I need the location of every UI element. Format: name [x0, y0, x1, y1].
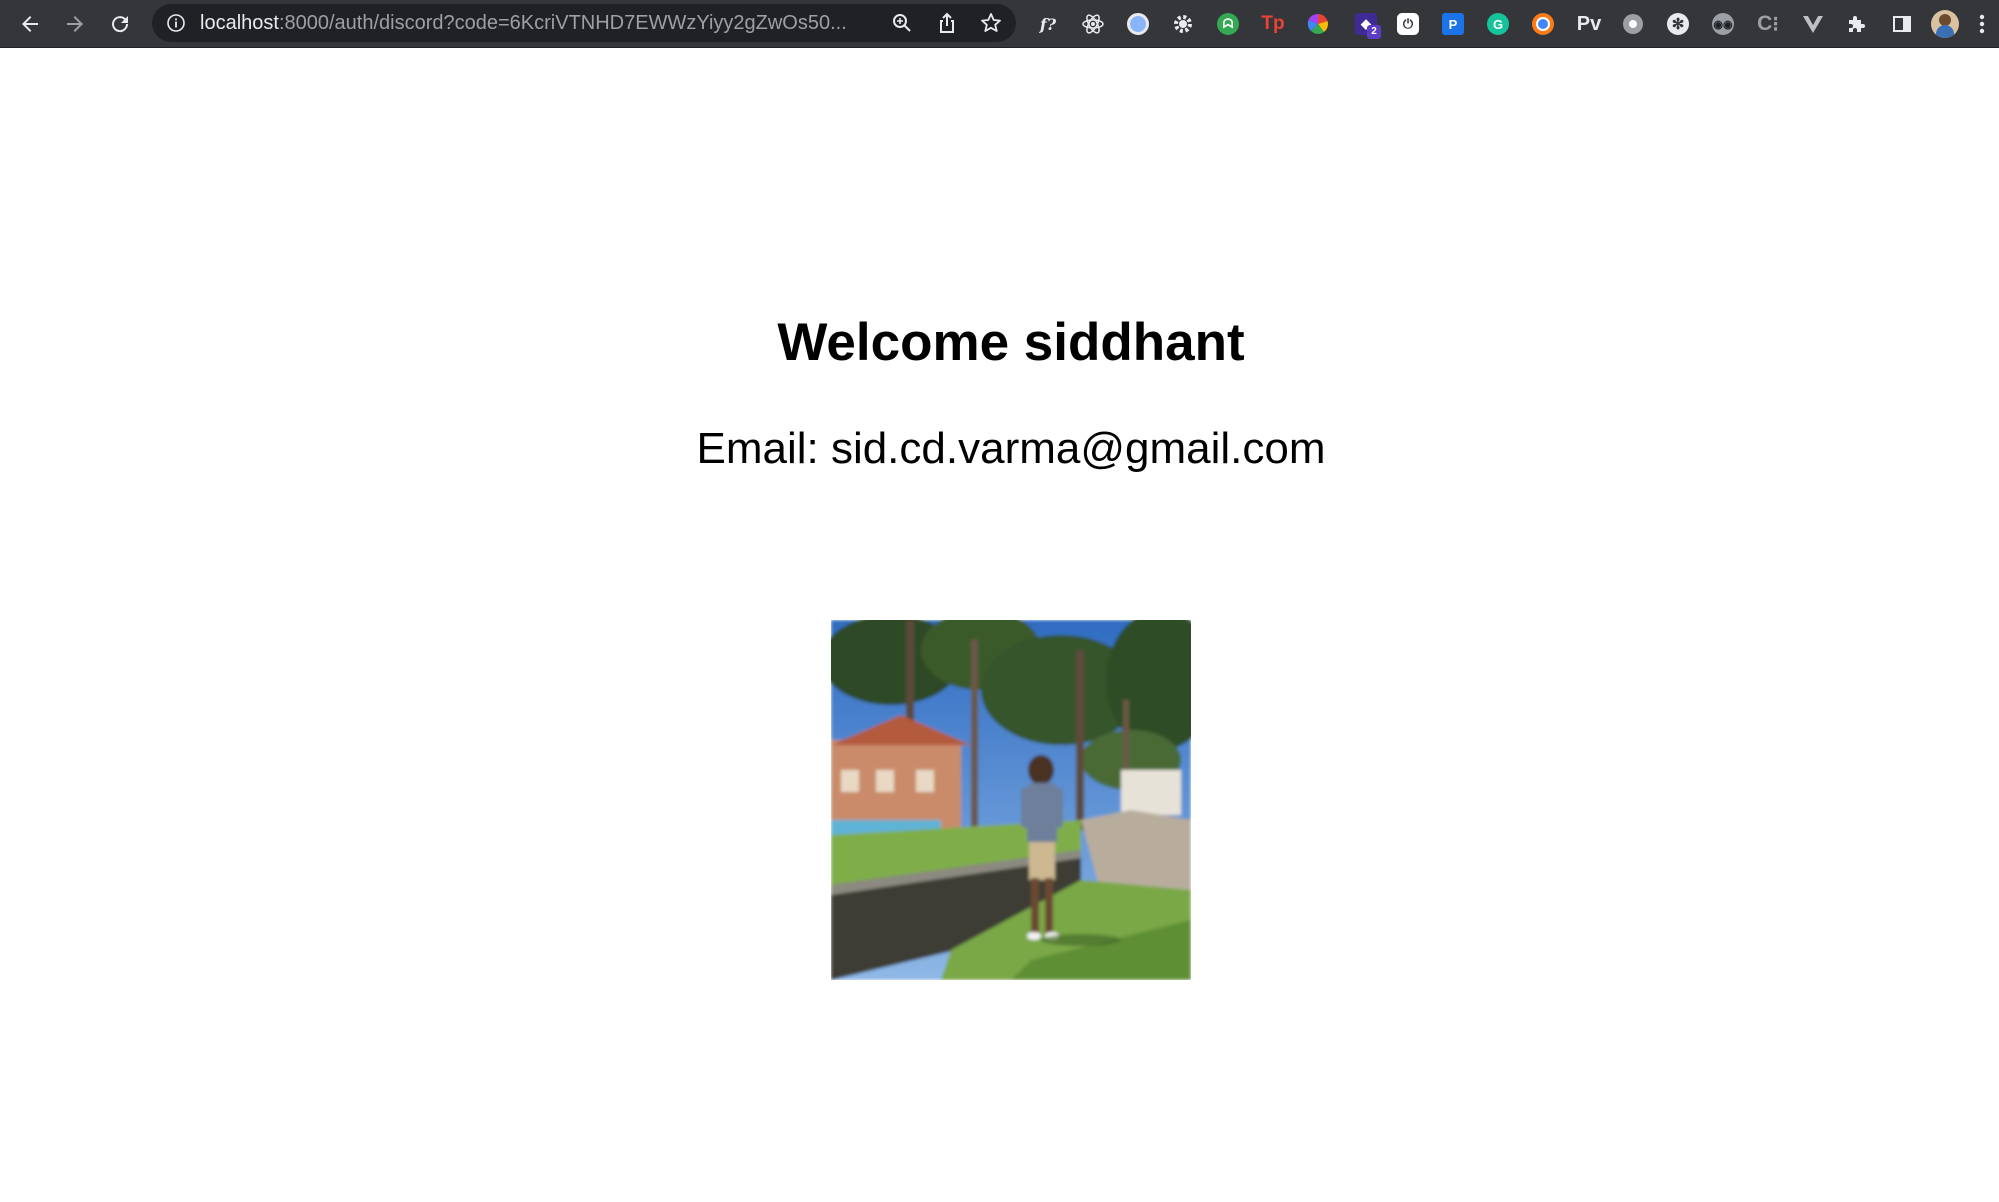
- zoom-icon[interactable]: [890, 11, 914, 35]
- react-devtools-icon[interactable]: [1079, 10, 1107, 38]
- color-wheel-extension-icon[interactable]: [1304, 10, 1332, 38]
- fx-extension-icon[interactable]: f?: [1034, 10, 1062, 38]
- tp-extension-label: Tp: [1261, 13, 1285, 34]
- green-octopus-extension-icon[interactable]: ᗣ: [1214, 10, 1242, 38]
- pv-extension-label: Pv: [1576, 12, 1602, 35]
- profile-avatar[interactable]: [1931, 10, 1959, 38]
- p-extension-label: P: [1448, 16, 1458, 32]
- reload-button[interactable]: [102, 6, 138, 42]
- forward-button[interactable]: [57, 6, 93, 42]
- forward-arrow-icon: [67, 16, 83, 32]
- share-icon[interactable]: [935, 11, 959, 35]
- blue-circle-extension-icon[interactable]: [1124, 10, 1152, 38]
- site-info-icon[interactable]: [166, 13, 186, 38]
- address-bar[interactable]: localhost:8000/auth/discord?code=6KcriVT…: [152, 4, 1016, 42]
- reload-icon: [112, 16, 129, 33]
- back-arrow-icon: [22, 16, 38, 32]
- bookmark-star-icon[interactable]: [979, 11, 1003, 35]
- grammarly-label: G: [1492, 16, 1504, 32]
- browser-menu-icon[interactable]: [1972, 10, 1992, 38]
- eyes-extension-icon[interactable]: ◉◉: [1709, 10, 1737, 38]
- power-extension-icon[interactable]: ⏻: [1394, 10, 1422, 38]
- orange-circle-extension-icon[interactable]: [1529, 10, 1557, 38]
- purple-extension-icon[interactable]: ◆ 2: [1352, 10, 1381, 39]
- bracket-extension-label: C: [1757, 12, 1773, 35]
- user-avatar-photo: [831, 620, 1191, 980]
- url-path: :8000/auth/discord?code=6KcriVTNHD7EWWzY…: [278, 12, 847, 34]
- p-blue-extension-icon[interactable]: P: [1439, 10, 1467, 38]
- welcome-heading: Welcome siddhant: [777, 313, 1245, 372]
- extensions-puzzle-icon[interactable]: [1843, 10, 1871, 38]
- openai-extension-icon[interactable]: ✻: [1664, 10, 1692, 38]
- user-email: Email: sid.cd.varma@gmail.com: [696, 424, 1326, 473]
- vue-devtools-icon[interactable]: [1799, 10, 1827, 38]
- grey-circle-extension-icon[interactable]: [1619, 10, 1647, 38]
- pv-extension-icon[interactable]: Pv: [1572, 10, 1606, 38]
- extension-badge: 2: [1367, 25, 1381, 39]
- tp-extension-icon[interactable]: Tp: [1259, 10, 1287, 38]
- url-host: localhost: [200, 12, 279, 34]
- side-panel-icon[interactable]: [1888, 10, 1916, 38]
- bracket-extension-icon[interactable]: C ⁝: [1754, 10, 1782, 38]
- grammarly-icon[interactable]: G: [1484, 10, 1512, 38]
- browser-toolbar: localhost:8000/auth/discord?code=6KcriVT…: [0, 0, 1999, 48]
- back-button[interactable]: [12, 6, 48, 42]
- gear-extension-icon[interactable]: [1169, 10, 1197, 38]
- fx-extension-label: f?: [1039, 14, 1057, 34]
